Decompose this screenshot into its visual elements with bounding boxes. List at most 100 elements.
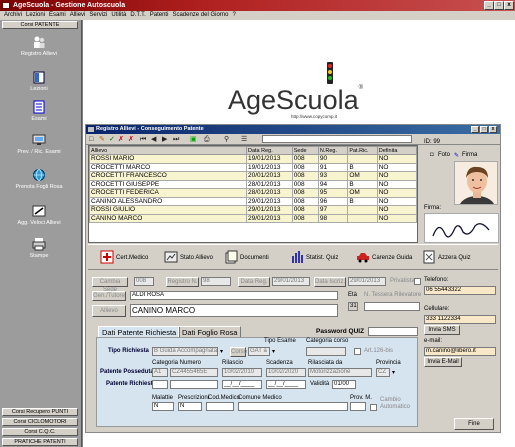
stato-allievo-button[interactable]: Stato Allievo xyxy=(164,248,213,268)
allievo-field[interactable]: CANINO MARCO xyxy=(130,304,338,317)
table-row[interactable]: CANINO ALESSANDRO 29/01/2013 008 96 B NO xyxy=(89,196,418,206)
camera-icon[interactable]: ◘ xyxy=(430,152,434,158)
tab-dati-patente-richiesta[interactable]: Dati Patente Richiesta xyxy=(98,326,181,337)
confirm-icon[interactable]: ✓ xyxy=(109,135,115,144)
edit-record-icon[interactable]: ✎ xyxy=(99,135,105,144)
pr-scadenza-field[interactable]: __/__/____ xyxy=(266,380,306,389)
pp-scadenza-field[interactable]: 10/02/2020 xyxy=(266,368,306,377)
email-field[interactable]: m.canino@libero.it xyxy=(424,347,496,356)
chevron-down-icon[interactable]: ▾ xyxy=(392,369,395,376)
pp-rilascio-field[interactable]: 10/02/2010 xyxy=(222,368,262,377)
signature-button[interactable]: Firma xyxy=(462,152,477,158)
corso-field[interactable]: GAT a xyxy=(248,347,270,356)
column-header-definita[interactable]: Definita xyxy=(376,146,418,155)
window-close-button[interactable]: x xyxy=(489,126,497,133)
menu-lezioni[interactable]: Lezioni xyxy=(26,12,45,18)
search-field[interactable] xyxy=(262,135,412,143)
menu-scadenze[interactable]: Scadenze del Giorno xyxy=(172,12,228,18)
data-iscriz-field[interactable]: 29/01/2013 xyxy=(348,277,386,286)
invia-email-button[interactable]: Invia E-Mail xyxy=(424,357,462,367)
column-header-allievo[interactable]: Allievo xyxy=(89,146,247,155)
column-header-pat-ric[interactable]: Pat.Ric. xyxy=(347,146,378,155)
registro-field[interactable]: 98 xyxy=(201,277,231,286)
documenti-button[interactable]: Documenti xyxy=(224,248,269,268)
invia-sms-button[interactable]: Invia SMS xyxy=(424,325,460,335)
data-reg-button[interactable]: Data Reg. xyxy=(238,277,270,287)
sidebar-header-corsi-recupero-punti[interactable]: Corsi Recupero PUNTI xyxy=(2,408,78,416)
pp-numero-field[interactable]: CZ4455465E xyxy=(170,368,218,377)
tipo-richiesta-select[interactable]: B Guida Accompagnata xyxy=(152,347,218,356)
menu-servizi[interactable]: Servizi xyxy=(89,12,107,18)
sidebar-header-corsi-ciclomotori[interactable]: Corsi CICLOMOTORI xyxy=(2,418,78,426)
sidebar-header-corsi-cqc[interactable]: Corsi C.Q.C. xyxy=(2,428,78,436)
categoria-corso-field[interactable] xyxy=(306,347,346,356)
sidebar-item-agg-veloci-allievi[interactable]: Agg. Veloci Allievi xyxy=(0,204,78,226)
art126-checkbox[interactable] xyxy=(354,348,361,355)
pr-numero-field[interactable] xyxy=(170,380,218,389)
cod-medico-field[interactable] xyxy=(206,402,234,411)
privatista-checkbox[interactable] xyxy=(414,278,421,285)
sidebar-item-stampe[interactable]: Stampe xyxy=(0,237,78,259)
sidebar-header-corsi-patente[interactable]: Corsi PATENTE xyxy=(2,21,78,29)
table-row-selected[interactable]: CANINO MARCO 29/01/2013 008 98 NO xyxy=(89,213,418,223)
cert-medico-button[interactable]: Cert.Medico xyxy=(100,248,148,268)
fine-button[interactable]: Fine xyxy=(454,418,494,430)
window-maximize-button[interactable]: □ xyxy=(480,126,488,133)
cambio-automatico-checkbox[interactable] xyxy=(370,404,377,411)
corso-button[interactable]: Corso xyxy=(230,347,247,357)
menu-utilita[interactable]: Utilità xyxy=(111,12,126,18)
next-record-icon[interactable]: ▶ xyxy=(162,135,167,144)
azzera-quiz-button[interactable]: Azzera Quiz xyxy=(422,248,471,268)
comune-medico-field[interactable] xyxy=(238,402,348,411)
sidebar-item-esami[interactable]: Esami xyxy=(0,100,78,122)
column-header-nreg[interactable]: N.Reg. xyxy=(317,146,349,155)
cambia-sede-button[interactable]: Cambia Sede xyxy=(92,277,128,293)
password-quiz-field[interactable] xyxy=(368,327,418,336)
prev-record-icon[interactable]: ◀ xyxy=(151,135,156,144)
last-record-icon[interactable]: ⏭ xyxy=(173,135,179,144)
search-icon[interactable]: ⚲ xyxy=(224,135,229,144)
table-row[interactable]: CROCETTI FRANCESCO 20/01/2013 008 93 OM NO xyxy=(89,171,418,181)
pr-rilascio-field[interactable]: __/__/____ xyxy=(222,380,262,389)
chevron-down-icon[interactable]: ▾ xyxy=(220,348,223,355)
menu-allievi[interactable]: Allievi xyxy=(70,12,86,18)
cancel-icon[interactable]: ✗ xyxy=(118,135,124,144)
pen-icon[interactable]: ✎ xyxy=(454,152,459,159)
menu-esami[interactable]: Esami xyxy=(49,12,66,18)
tab-dati-foglio-rosa[interactable]: Dati Foglio Rosa xyxy=(178,326,242,337)
gen-tutore-field[interactable]: ALDI ROSA xyxy=(130,291,338,300)
print-icon[interactable]: ⎙ xyxy=(204,135,210,144)
table-row[interactable]: ROSSI MARIO 19/01/2013 008 90 NO xyxy=(89,154,418,164)
data-iscriz-button[interactable]: Data Iscriz. xyxy=(314,277,346,287)
allievo-button[interactable]: Allievo xyxy=(92,305,126,317)
gen-tutore-button[interactable]: Gen./Tutore xyxy=(92,291,126,301)
maximize-button[interactable]: □ xyxy=(494,1,504,10)
sidebar-item-lezioni[interactable]: Lezioni xyxy=(0,70,78,92)
validita-field[interactable]: 01/00 xyxy=(332,380,356,389)
prov-m-field[interactable] xyxy=(350,402,366,411)
column-header-sede[interactable]: Sede xyxy=(291,146,319,155)
prescrizioni-field[interactable]: N xyxy=(178,402,202,411)
close-button[interactable]: x xyxy=(504,1,514,10)
sidebar-header-pratiche-patenti[interactable]: PRATICHE PATENTI xyxy=(2,438,78,446)
menu-patenti[interactable]: Patenti xyxy=(150,12,169,18)
menu-dtt[interactable]: D.T.T. xyxy=(130,12,145,18)
pp-rilasciata-field[interactable]: Motorizzazione xyxy=(308,368,372,377)
sidebar-item-prenota-fogli-rosa[interactable]: Prenota Fogli Rosa xyxy=(0,168,78,190)
options-icon[interactable]: ☰ xyxy=(241,135,247,144)
tessera-field[interactable] xyxy=(364,302,420,311)
malattie-field[interactable]: N xyxy=(152,402,174,411)
data-reg-field[interactable]: 29/01/2013 xyxy=(272,277,310,286)
registro-n-button[interactable]: Registro N. xyxy=(166,277,199,287)
table-row[interactable]: CROCETTI GIUSEPPE 28/01/2013 008 94 B NO xyxy=(89,179,418,189)
table-row[interactable]: CROCETTI FEDERICA 28/01/2013 008 95 OM NO xyxy=(89,188,418,198)
first-record-icon[interactable]: ⏮ xyxy=(140,135,146,144)
pp-categoria-field[interactable]: A1 xyxy=(152,368,168,377)
telefono-field[interactable]: 06 55443322 xyxy=(424,286,496,295)
chevron-down-icon[interactable]: ▾ xyxy=(272,348,275,355)
sidebar-item-prev-ric-esami[interactable]: Prev. / Ric. Esami xyxy=(0,133,78,155)
statist-quiz-button[interactable]: Statist. Quiz xyxy=(290,248,338,268)
table-row[interactable]: CROCETTI MARCO 19/01/2013 008 91 B NO xyxy=(89,162,418,172)
carenze-guida-button[interactable]: Carenze Guida xyxy=(356,248,412,268)
table-row[interactable]: ROSSI GIULIO 29/01/2013 008 97 NO xyxy=(89,205,418,215)
